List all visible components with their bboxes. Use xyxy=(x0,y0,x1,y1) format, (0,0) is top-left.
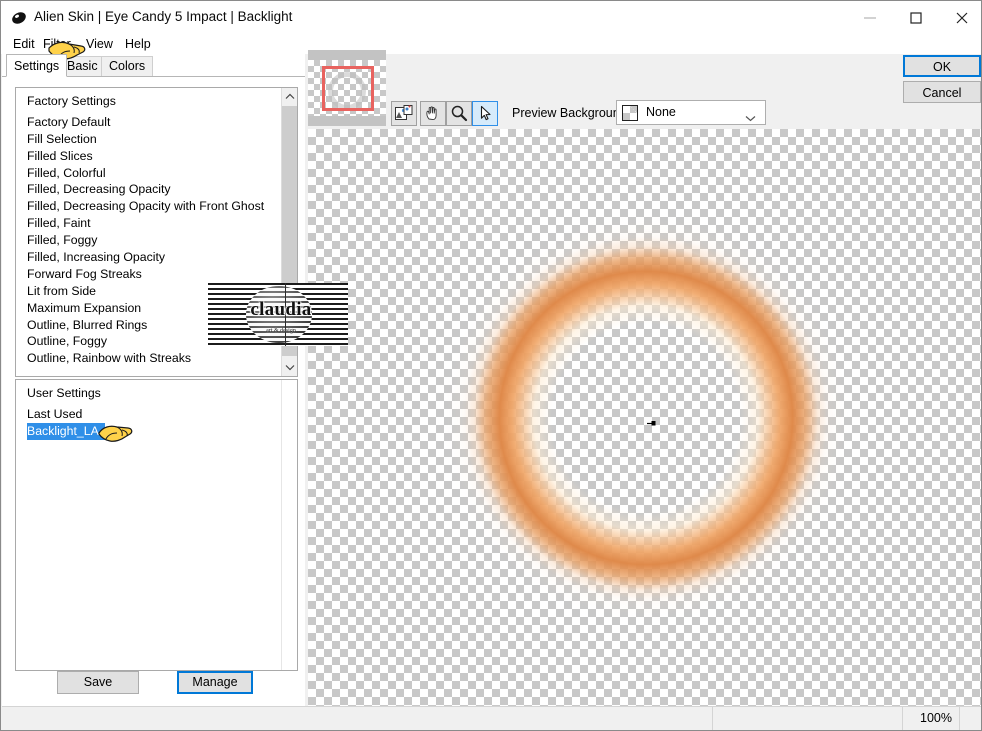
preview-background-value: None xyxy=(646,105,676,119)
menu-view[interactable]: View xyxy=(82,36,117,52)
list-item[interactable]: Outline, Rainbow with Streaks xyxy=(16,350,281,367)
menu-filter[interactable]: Filter xyxy=(39,36,75,52)
tab-colors[interactable]: Colors xyxy=(101,56,154,76)
menu-help[interactable]: Help xyxy=(121,36,155,52)
tab-strip: Settings Basic Colors xyxy=(2,54,305,77)
user-list-scrollbar[interactable] xyxy=(281,380,297,670)
list-item[interactable]: Filled, Decreasing Opacity with Front Gh… xyxy=(16,198,281,215)
alien-skin-icon xyxy=(10,9,28,27)
list-item[interactable]: Filled, Faint xyxy=(16,215,281,232)
tab-settings[interactable]: Settings xyxy=(6,54,68,77)
status-divider xyxy=(902,707,903,730)
navigator-viewport-rect[interactable] xyxy=(322,66,374,111)
user-settings-header: User Settings xyxy=(27,386,101,400)
window-title: Alien Skin | Eye Candy 5 Impact | Backli… xyxy=(34,9,293,24)
navigator-thumbnail[interactable] xyxy=(308,50,386,126)
status-divider xyxy=(959,707,960,730)
list-item-selected[interactable]: Backlight_LA xyxy=(27,422,105,440)
ok-button[interactable]: OK xyxy=(903,55,981,77)
status-divider xyxy=(712,707,713,730)
status-bar: 100% xyxy=(2,706,981,730)
list-item[interactable]: Last Used xyxy=(16,406,281,423)
title-bar: Alien Skin | Eye Candy 5 Impact | Backli… xyxy=(1,1,981,34)
chevron-down-icon xyxy=(745,111,756,125)
scroll-up-arrow[interactable] xyxy=(282,88,297,105)
preview-image-tool[interactable] xyxy=(391,101,417,126)
factory-settings-header: Factory Settings xyxy=(27,94,116,108)
maximize-button[interactable] xyxy=(893,1,939,33)
close-button[interactable] xyxy=(939,1,981,33)
settings-panel: Settings Basic Colors Factory Settings F… xyxy=(2,54,305,706)
preview-background-dropdown[interactable]: None xyxy=(616,100,766,125)
zoom-tool[interactable] xyxy=(446,101,472,126)
list-item[interactable]: Lit from Side xyxy=(16,283,281,300)
list-item[interactable]: Outline, Blurred Rings xyxy=(16,317,281,334)
factory-settings-rows: Factory Settings Factory Default Fill Se… xyxy=(16,88,281,376)
user-settings-list[interactable]: User Settings Last Used Backlight_LA xyxy=(15,379,298,671)
scroll-thumb[interactable] xyxy=(282,106,297,356)
center-crosshair-marker xyxy=(647,416,656,426)
preview-background-label: Preview Background: xyxy=(512,106,631,120)
user-settings-rows: User Settings Last Used Backlight_LA xyxy=(16,380,281,670)
list-item[interactable]: Filled, Increasing Opacity xyxy=(16,249,281,266)
list-item[interactable]: Outline, Foggy xyxy=(16,333,281,350)
factory-list-scrollbar[interactable] xyxy=(281,88,297,376)
list-item[interactable]: Filled, Decreasing Opacity xyxy=(16,181,281,198)
scroll-down-arrow[interactable] xyxy=(282,359,297,376)
save-preset-button[interactable]: Save xyxy=(57,671,139,694)
minimize-button[interactable] xyxy=(847,1,893,33)
list-item[interactable]: Factory Default xyxy=(16,114,281,131)
eye-candy-backlight-window: Alien Skin | Eye Candy 5 Impact | Backli… xyxy=(0,0,982,731)
checkerboard-swatch-icon xyxy=(622,105,638,121)
backlight-glow-ring xyxy=(465,237,827,599)
menu-bar: Edit Filter View Help xyxy=(1,34,981,54)
zoom-level-label: 100% xyxy=(920,711,952,725)
list-item[interactable]: Filled, Foggy xyxy=(16,232,281,249)
manage-presets-button[interactable]: Manage xyxy=(177,671,253,694)
list-item[interactable]: Filled Slices xyxy=(16,148,281,165)
list-item[interactable]: Fill Selection xyxy=(16,131,281,148)
factory-settings-list[interactable]: Factory Settings Factory Default Fill Se… xyxy=(15,87,298,377)
preview-canvas[interactable] xyxy=(308,129,981,706)
select-tool[interactable] xyxy=(472,101,498,126)
list-item[interactable]: Forward Fog Streaks xyxy=(16,266,281,283)
cancel-button[interactable]: Cancel xyxy=(903,81,981,103)
list-item[interactable]: Maximum Expansion xyxy=(16,300,281,317)
list-item[interactable]: Filled, Colorful xyxy=(16,165,281,182)
menu-edit[interactable]: Edit xyxy=(9,36,39,52)
pan-tool[interactable] xyxy=(420,101,446,126)
